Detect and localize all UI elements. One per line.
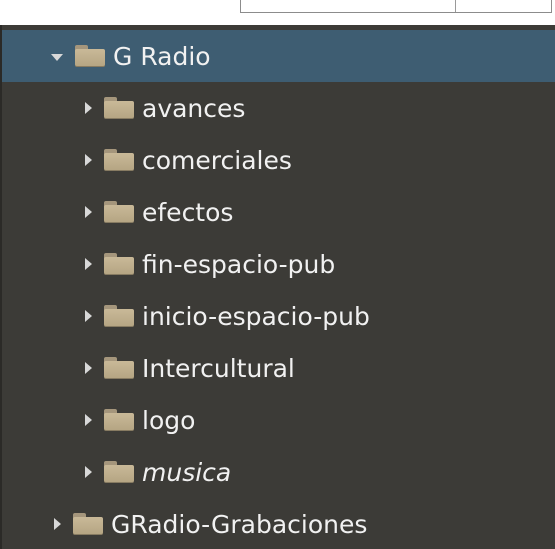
folder-icon	[73, 513, 103, 535]
path-field-divider	[455, 0, 456, 12]
tree-item-label: efectos	[142, 197, 234, 227]
folder-icon	[104, 461, 134, 483]
tree-item-label: Intercultural	[142, 353, 295, 383]
toolbar-strip	[0, 0, 555, 25]
tree-item-comerciales[interactable]: comerciales	[2, 134, 555, 186]
tree-item-label: avances	[142, 93, 246, 123]
tree-item-label: logo	[142, 405, 196, 435]
tree-item-musica[interactable]: musica	[2, 446, 555, 498]
path-field[interactable]	[240, 0, 552, 13]
collapsed-arrow-icon[interactable]	[85, 414, 92, 426]
tree-item-gradio-grabaciones[interactable]: GRadio-Grabaciones	[2, 498, 555, 549]
collapsed-arrow-icon[interactable]	[85, 154, 92, 166]
tree-item-logo[interactable]: logo	[2, 394, 555, 446]
tree-item-intercultural[interactable]: Intercultural	[2, 342, 555, 394]
tree-item-label: fin-espacio-pub	[142, 249, 336, 279]
collapsed-arrow-icon[interactable]	[85, 102, 92, 114]
tree-item-label: GRadio-Grabaciones	[111, 509, 368, 539]
folder-tree: G Radio avances comerciales efectos fin-…	[0, 25, 555, 549]
folder-icon	[104, 253, 134, 275]
folder-icon	[104, 149, 134, 171]
collapsed-arrow-icon[interactable]	[85, 206, 92, 218]
tree-item-efectos[interactable]: efectos	[2, 186, 555, 238]
collapsed-arrow-icon[interactable]	[85, 362, 92, 374]
folder-icon	[104, 97, 134, 119]
collapsed-arrow-icon[interactable]	[85, 310, 92, 322]
expand-arrow-icon[interactable]	[51, 54, 63, 61]
folder-icon	[104, 201, 134, 223]
tree-item-label: musica	[142, 457, 232, 487]
tree-item-label: G Radio	[113, 41, 211, 71]
tree-item-fin-espacio-pub[interactable]: fin-espacio-pub	[2, 238, 555, 290]
file-manager-window: G Radio avances comerciales efectos fin-…	[0, 0, 555, 549]
tree-item-label: inicio-espacio-pub	[142, 301, 370, 331]
folder-icon	[75, 45, 105, 67]
folder-icon	[104, 409, 134, 431]
collapsed-arrow-icon[interactable]	[85, 258, 92, 270]
collapsed-arrow-icon[interactable]	[85, 466, 92, 478]
folder-icon	[104, 357, 134, 379]
folder-icon	[104, 305, 134, 327]
tree-item-g-radio[interactable]: G Radio	[2, 30, 555, 82]
tree-item-avances[interactable]: avances	[2, 82, 555, 134]
tree-item-label: comerciales	[142, 145, 292, 175]
collapsed-arrow-icon[interactable]	[54, 518, 61, 530]
tree-item-inicio-espacio-pub[interactable]: inicio-espacio-pub	[2, 290, 555, 342]
